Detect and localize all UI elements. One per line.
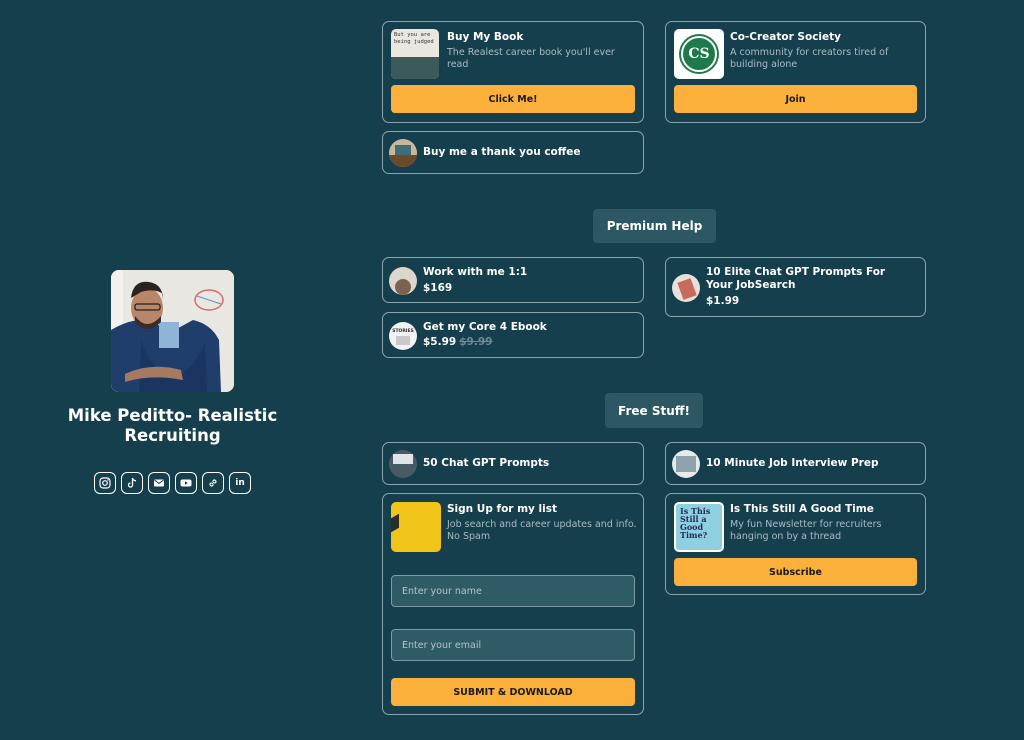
- click-me-button[interactable]: Click Me!: [391, 85, 635, 113]
- society-title: Co-Creator Society: [730, 31, 842, 43]
- society-description: A community for creators tired of buildi…: [730, 47, 889, 70]
- coffee-card[interactable]: Buy me a thank you coffee: [382, 131, 644, 174]
- interview-thumbnail: [672, 450, 700, 478]
- elite-prompts-card[interactable]: 10 Elite Chat GPT Prompts For Your JobSe…: [665, 257, 926, 317]
- book-thumb-line-1: But you are: [394, 32, 431, 38]
- coffee-title: Buy me a thank you coffee: [423, 146, 581, 158]
- book-thumbnail: But you are being judged: [391, 29, 439, 79]
- ebook-card[interactable]: STORIES Get my Core 4 Ebook $5.99 $9.99: [382, 312, 644, 358]
- instagram-icon[interactable]: [94, 472, 116, 494]
- interview-title: 10 Minute Job Interview Prep: [706, 457, 879, 469]
- subscribe-button[interactable]: Subscribe: [674, 558, 917, 586]
- work-price: $169: [423, 282, 453, 294]
- book-title: Buy My Book: [447, 31, 524, 43]
- society-logo-text: CS: [688, 46, 710, 62]
- ebook-current-price: $5.99: [423, 336, 457, 348]
- signup-card: Sign Up for my list Job search and caree…: [382, 493, 644, 715]
- chatgpt-title: 50 Chat GPT Prompts: [423, 457, 550, 469]
- newsletter-title: Is This Still A Good Time: [730, 503, 874, 515]
- submit-download-button[interactable]: SUBMIT & DOWNLOAD: [391, 678, 635, 706]
- signup-thumbnail: [391, 502, 441, 552]
- newsletter-thumbnail: Is This Still a Good Time?: [674, 502, 724, 552]
- book-description: The Realest career book you'll ever read: [447, 47, 615, 70]
- link-icon[interactable]: [202, 472, 224, 494]
- email-input[interactable]: [402, 639, 634, 651]
- mail-icon[interactable]: [148, 472, 170, 494]
- ebook-thumbnail: STORIES: [389, 322, 417, 350]
- premium-help-label: Premium Help: [593, 209, 716, 243]
- social-links: in: [60, 472, 285, 494]
- chatgpt-thumbnail: [389, 450, 417, 478]
- linkedin-text: in: [235, 478, 245, 488]
- signup-title: Sign Up for my list: [447, 503, 558, 515]
- profile-name: Mike Peditto- Realistic Recruiting: [67, 406, 278, 445]
- society-card[interactable]: CS Co-Creator Society A community for cr…: [665, 21, 926, 123]
- name-input[interactable]: [402, 585, 634, 597]
- interview-prep-card[interactable]: 10 Minute Job Interview Prep: [665, 442, 926, 485]
- prompts-title: 10 Elite Chat GPT Prompts For Your JobSe…: [706, 266, 886, 291]
- free-stuff-label: Free Stuff!: [605, 393, 703, 428]
- youtube-icon[interactable]: [175, 472, 197, 494]
- chatgpt-prompts-card[interactable]: 50 Chat GPT Prompts: [382, 442, 644, 485]
- signup-description: Job search and career updates and info. …: [447, 519, 637, 542]
- ebook-price: $5.99 $9.99: [423, 336, 492, 348]
- prompts-price: $1.99: [706, 295, 740, 307]
- newsletter-thumb-line-4: Time?: [680, 530, 708, 540]
- avatar: [111, 270, 234, 392]
- email-field[interactable]: [391, 629, 635, 661]
- newsletter-card[interactable]: Is This Still a Good Time? Is This Still…: [665, 493, 926, 595]
- name-field[interactable]: [391, 575, 635, 607]
- profile-panel: Mike Peditto- Realistic Recruiting in: [60, 270, 285, 494]
- join-button[interactable]: Join: [674, 85, 917, 113]
- book-thumb-line-2: being judged: [394, 39, 434, 45]
- work-title: Work with me 1:1: [423, 266, 528, 278]
- work-with-me-card[interactable]: Work with me 1:1 $169: [382, 257, 644, 303]
- prompts-thumbnail: [672, 274, 700, 302]
- tiktok-icon[interactable]: [121, 472, 143, 494]
- coffee-thumbnail: [389, 139, 417, 167]
- work-thumbnail: [389, 267, 417, 295]
- newsletter-description: My fun Newsletter for recruiters hanging…: [730, 519, 882, 542]
- ebook-title: Get my Core 4 Ebook: [423, 321, 547, 333]
- society-logo: CS: [674, 29, 724, 79]
- book-card[interactable]: But you are being judged Buy My Book The…: [382, 21, 644, 123]
- ebook-thumb-text: STORIES: [392, 329, 414, 334]
- linkedin-icon[interactable]: in: [229, 472, 251, 494]
- ebook-old-price: $9.99: [459, 336, 493, 348]
